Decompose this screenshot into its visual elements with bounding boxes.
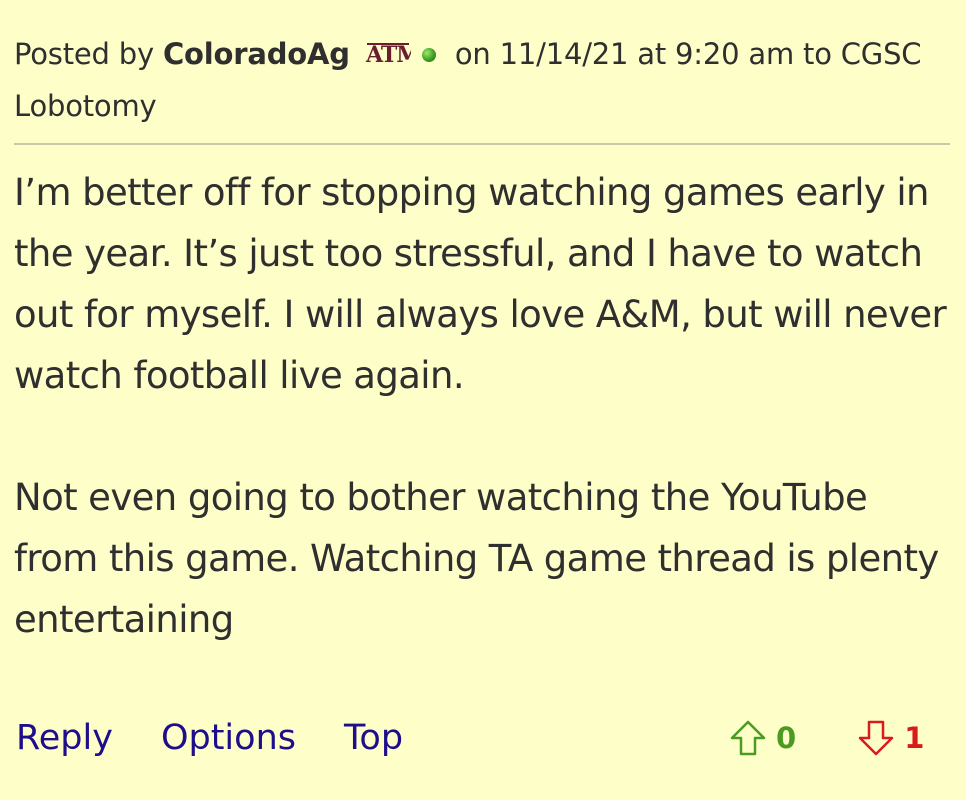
downvote-count: 1 xyxy=(904,721,925,755)
vote-controls: 0 1 xyxy=(728,712,924,764)
reply-link[interactable]: Reply xyxy=(16,718,113,758)
upvote-count: 0 xyxy=(776,721,797,755)
post-container: Posted by ColoradoAg ATM on 11/14/21 at … xyxy=(0,0,966,800)
post-paragraph: Not even going to bother watching the Yo… xyxy=(14,476,939,641)
post-paragraph: I’m better off for stopping watching gam… xyxy=(14,171,947,397)
post-header: Posted by ColoradoAg ATM on 11/14/21 at … xyxy=(14,28,944,132)
downvote-button[interactable]: 1 xyxy=(856,718,924,758)
post-body: I’m better off for stopping watching gam… xyxy=(14,162,954,650)
upvote-button[interactable]: 0 xyxy=(728,718,796,758)
username-link[interactable]: ColoradoAg xyxy=(163,37,350,71)
team-logo-text: ATM xyxy=(365,42,411,68)
header-divider xyxy=(14,143,950,145)
team-logo-icon: ATM xyxy=(365,32,421,68)
options-link[interactable]: Options xyxy=(161,718,296,758)
top-link[interactable]: Top xyxy=(344,718,403,758)
arrow-up-outline-icon xyxy=(728,718,768,758)
arrow-down-outline-icon xyxy=(856,718,896,758)
post-actions: Reply Options Top xyxy=(16,712,451,764)
online-status-icon xyxy=(421,48,436,62)
posted-by-label: Posted by xyxy=(14,37,154,71)
